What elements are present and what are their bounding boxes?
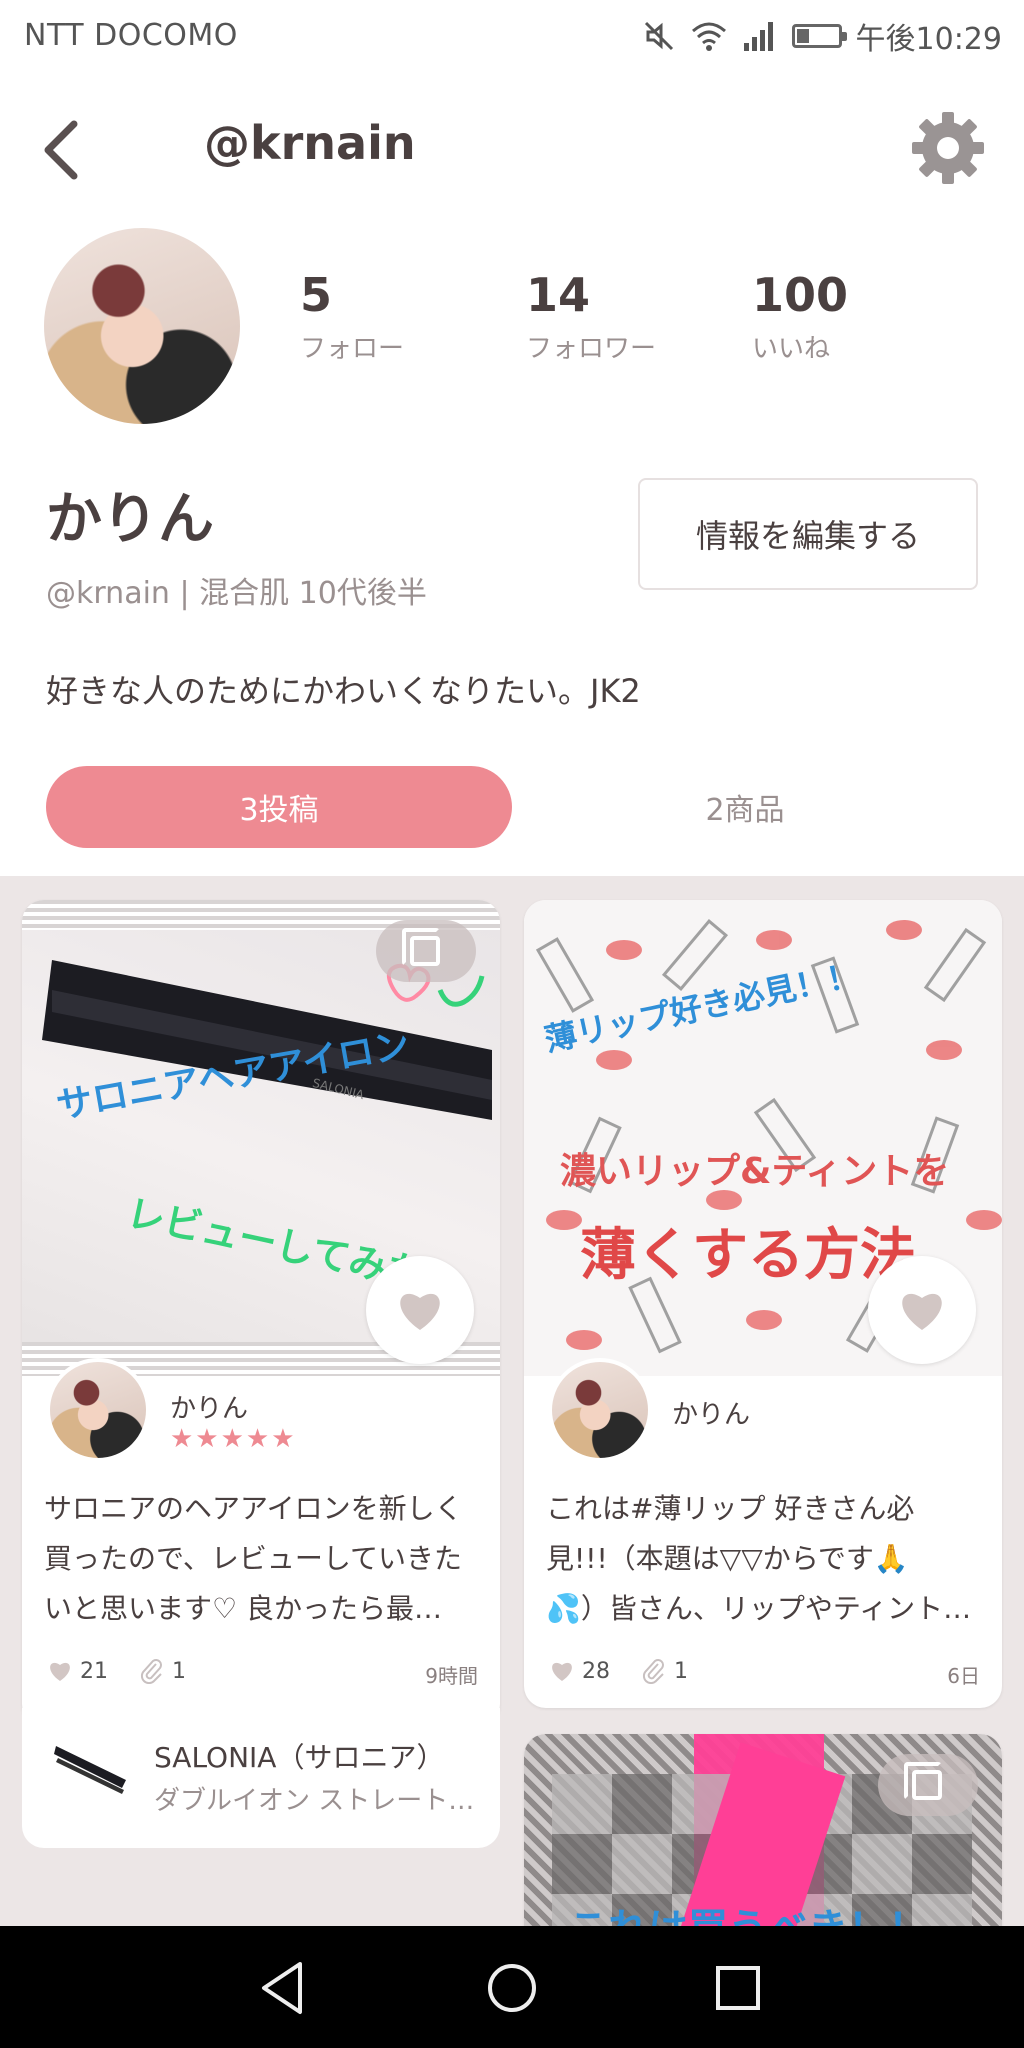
edit-profile-button[interactable]: 情報を編集する (638, 478, 978, 590)
status-bar: NTT DOCOMO 午後10:29 (0, 0, 1024, 72)
post-card[interactable]: これは買うべき！！ (524, 1734, 1002, 1926)
avatar[interactable] (46, 1358, 150, 1462)
followers-count: 14 (526, 268, 591, 322)
product-name: SALONIA（サロニア） (154, 1741, 445, 1774)
stat-followers[interactable]: 14 フォロワー (526, 268, 656, 365)
avatar[interactable] (548, 1358, 652, 1462)
back-triangle-icon[interactable] (252, 1956, 316, 2020)
page-title: @krnain (204, 116, 416, 170)
system-nav-bar (0, 1926, 1024, 2048)
post-stats: 28 1 (550, 1658, 688, 1684)
heart-icon (50, 1662, 70, 1681)
clock: 午後10:29 (855, 22, 1002, 57)
heart-icon (400, 1293, 440, 1330)
battery-icon (791, 24, 847, 48)
post-text-line: 💦）皆さん、リップやティント… (546, 1592, 972, 1625)
post-username: かりん (672, 1400, 751, 1430)
post-stats: 21 1 (48, 1658, 186, 1684)
carrier-label: NTT DOCOMO (24, 18, 238, 53)
image-caption-3: 薄くする方法 (580, 1223, 916, 1288)
multiple-images-icon (878, 1754, 978, 1816)
likes-count: 100 (752, 268, 849, 322)
rating-stars: ★★★★★ (170, 1424, 297, 1454)
gear-icon (912, 112, 984, 184)
heart-icon (552, 1662, 572, 1681)
stat-following[interactable]: 5 フォロー (300, 268, 404, 365)
following-count: 5 (300, 268, 333, 322)
like-button[interactable] (366, 1256, 474, 1364)
multiple-images-icon (376, 920, 476, 982)
post-text-line: サロニアのヘアアイロンを新しく (44, 1492, 463, 1525)
post-card[interactable]: サロニアヘアアイロン SALONIA レビューしてみた かりん ★★★★★ サロ… (22, 900, 500, 1726)
profile-bio: 好きな人のためにかわいくなりたい。JK2 (46, 672, 641, 710)
likes-label: いいね (752, 334, 831, 364)
signal-icon (743, 22, 773, 51)
clip-count: 1 (172, 1658, 186, 1684)
post-card[interactable]: 薄リップ好き必見！！ 濃いリップ&ティントを 薄くする方法 かりん これは#薄リ… (524, 900, 1002, 1708)
post-feed[interactable]: サロニアヘアアイロン SALONIA レビューしてみた かりん ★★★★★ サロ… (0, 876, 1024, 1926)
chevron-left-icon (44, 120, 78, 180)
tab-products[interactable]: 2商品 (560, 766, 930, 848)
paperclip-icon (140, 1659, 162, 1684)
recents-square-icon[interactable] (706, 1956, 770, 2020)
wifi-icon (691, 22, 726, 51)
profile-avatar[interactable] (44, 228, 240, 424)
app-header: @krnain (0, 80, 1024, 216)
like-button[interactable] (868, 1256, 976, 1364)
paperclip-icon (642, 1659, 664, 1684)
status-icons: 午後10:29 (642, 14, 1002, 58)
display-name: かりん (46, 487, 214, 552)
heart-icon (902, 1293, 942, 1330)
back-button[interactable] (36, 110, 96, 190)
mute-icon (644, 21, 673, 51)
post-time: 9時間 (425, 1664, 478, 1688)
product-subtitle: ダブルイオン ストレート… (154, 1786, 475, 1816)
tab-posts[interactable]: 3投稿 (46, 766, 512, 848)
followers-label: フォロワー (526, 334, 657, 364)
like-count: 21 (80, 1658, 108, 1684)
home-circle-icon[interactable] (480, 1956, 544, 2020)
settings-button[interactable] (910, 110, 986, 186)
post-time: 6日 (947, 1664, 980, 1688)
post-text-line: いと思います♡ 良かったら最… (44, 1592, 443, 1625)
post-username: かりん (170, 1394, 249, 1424)
post-text-line: 見!!!（本題は▽▽からです🙏 (546, 1542, 909, 1575)
following-label: フォロー (300, 334, 405, 364)
product-row[interactable]: SALONIA（サロニア） ダブルイオン ストレート… (22, 1708, 500, 1848)
stat-likes[interactable]: 100 いいね (752, 268, 848, 365)
image-caption-2: 濃いリップ&ティントを (560, 1151, 950, 1192)
clip-count: 1 (674, 1658, 688, 1684)
profile-meta: @krnain | 混合肌 10代後半 (46, 576, 427, 611)
post-text-line: 買ったので、レビューしていきた (44, 1542, 463, 1575)
hair-iron-icon (54, 1746, 126, 1794)
post-text-line: これは#薄リップ 好きさん必 (546, 1492, 915, 1525)
like-count: 28 (582, 1658, 610, 1684)
image-caption-1: これは買うべき！！ (568, 1896, 928, 1926)
